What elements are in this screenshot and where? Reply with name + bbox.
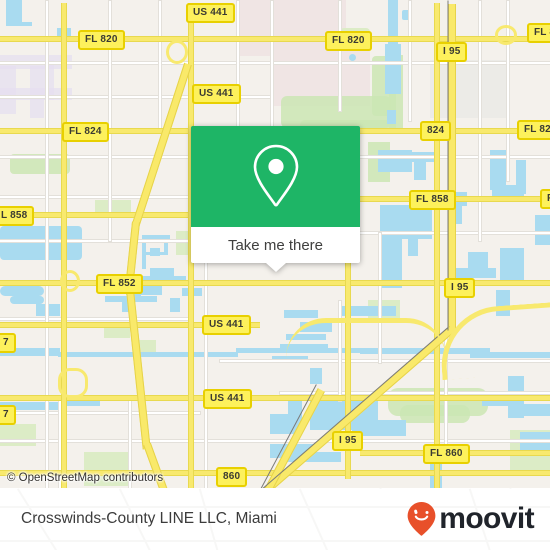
popup-header	[191, 126, 360, 227]
water-body	[170, 298, 180, 312]
map-screenshot-page: US 441 FL 820 FL 820 I 95 FL 8 US 441 FL 824 82…	[0, 0, 550, 550]
water-body	[516, 160, 526, 194]
road-shield: L 858	[0, 206, 35, 226]
interchange-loop	[495, 25, 517, 45]
road-shield: FL 820	[325, 31, 372, 51]
page-footer: Crosswinds-County LINE LLC, Miami moovit	[0, 488, 550, 550]
road-shield: 824	[420, 121, 452, 141]
osm-attribution: © OpenStreetMap contributors	[7, 472, 164, 484]
place-title: Crosswinds-County LINE LLC, Miami	[21, 510, 277, 527]
moovit-pin-smile-icon	[407, 502, 436, 536]
location-popup-card[interactable]: Take me there	[191, 126, 360, 272]
water-body	[10, 296, 44, 304]
interchange-loop	[60, 270, 80, 292]
road-shield: 7	[0, 333, 16, 353]
road-shield: FL 824	[62, 122, 109, 142]
moovit-logo[interactable]: moovit	[406, 501, 535, 537]
road-shield: I 95	[332, 431, 364, 451]
street	[0, 318, 190, 320]
water-body	[6, 22, 32, 26]
road-shield: FL 8	[527, 23, 550, 43]
street	[339, 1, 341, 111]
landuse-park	[0, 424, 36, 446]
water-body	[456, 268, 496, 278]
road-shield: US 441	[192, 84, 241, 104]
street	[46, 1, 48, 488]
popup-footer[interactable]: Take me there	[191, 227, 360, 272]
street	[0, 440, 550, 442]
water-body	[0, 286, 44, 296]
map-canvas[interactable]: US 441 FL 820 FL 820 I 95 FL 8 US 441 FL 824 82…	[0, 0, 550, 488]
water-body	[414, 156, 426, 180]
take-me-there-label: Take me there	[227, 236, 324, 254]
interchange-loop	[58, 368, 88, 398]
street	[409, 1, 411, 121]
road-shield: FL 860	[423, 444, 470, 464]
road-shield: FL 820	[78, 30, 125, 50]
trunk-road	[434, 3, 440, 488]
road-shield: 860	[216, 467, 248, 487]
water-body	[164, 235, 168, 255]
popup-pointer	[265, 263, 286, 272]
water-body	[387, 110, 396, 124]
road-shield: I 95	[444, 278, 476, 298]
interchange-loop	[166, 40, 188, 64]
water-body	[150, 268, 174, 278]
street	[0, 240, 200, 242]
water-body	[310, 368, 322, 384]
road-shield: US 441	[203, 389, 252, 409]
water-body	[284, 310, 318, 318]
street	[271, 1, 273, 131]
road-shield: 7	[0, 405, 16, 425]
road-shield: F	[540, 189, 550, 209]
water-body	[380, 228, 402, 288]
water-body	[0, 226, 82, 260]
water-body	[58, 352, 238, 357]
landuse-industrial	[430, 60, 510, 118]
water-body	[349, 54, 356, 61]
water-body	[385, 44, 401, 94]
street	[159, 1, 161, 131]
moovit-wordmark: moovit	[439, 502, 534, 535]
trunk-road	[258, 470, 550, 476]
water-body	[500, 248, 524, 280]
street	[0, 62, 550, 64]
water-body	[535, 215, 550, 245]
road-shield: US 441	[202, 315, 251, 335]
trunk-road	[61, 3, 67, 488]
interchange-ramp	[286, 318, 446, 358]
water-body	[408, 232, 418, 256]
water-body	[522, 404, 550, 416]
street	[0, 412, 200, 414]
road-shield: US 441	[186, 3, 235, 23]
road-shield: FL 858	[409, 190, 456, 210]
water-body	[36, 304, 60, 316]
road-shield: FL 82	[517, 120, 550, 140]
map-pin-icon	[253, 144, 298, 207]
street	[205, 231, 207, 488]
road-shield: I 95	[436, 42, 468, 62]
street	[237, 1, 239, 131]
road-shield: FL 852	[96, 274, 143, 294]
